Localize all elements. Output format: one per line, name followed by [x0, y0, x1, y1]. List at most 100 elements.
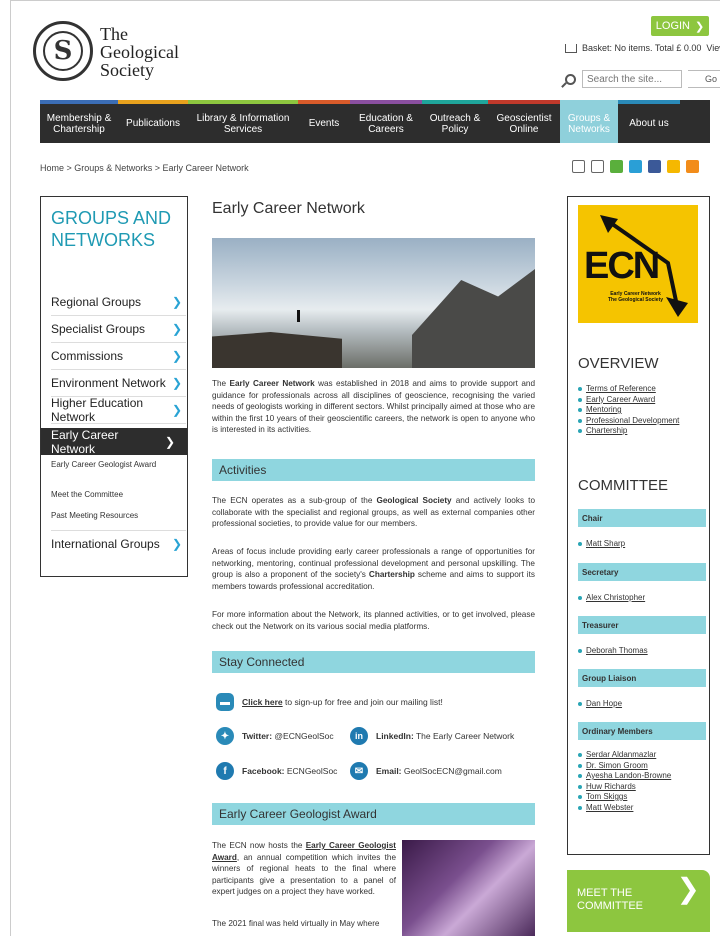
role-secretary: Secretary	[578, 563, 706, 581]
nav-item-library-information-services[interactable]: Library & Information Services	[188, 100, 298, 143]
sidebar-item-environment-network[interactable]: Environment Network ❯	[51, 370, 186, 397]
facebook-row[interactable]: f Facebook: ECNGeolSoc	[216, 762, 337, 780]
chevron-right-icon: ❯	[171, 322, 182, 336]
logo-monogram: S	[53, 36, 73, 66]
overview-item[interactable]: Mentoring	[578, 405, 708, 416]
basket-text: Basket: No items. Total £ 0.00	[582, 43, 702, 53]
main-nav: Membership & Chartership Publications Libr…	[40, 100, 710, 143]
site-search: Go	[565, 70, 720, 88]
committee-heading: COMMITTEE	[578, 477, 668, 494]
email-text: Email: GeolSocECN@gmail.com	[376, 766, 502, 776]
sidebar-subitem-past-resources[interactable]: Past Meeting Resources	[51, 511, 171, 520]
twitter-label: Twitter:	[242, 731, 273, 741]
overview-item[interactable]: Early Career Award	[578, 395, 708, 406]
rss-icon[interactable]	[686, 160, 699, 173]
bookmark-star-icon[interactable]	[667, 160, 680, 173]
chevron-right-icon: ❯	[171, 537, 182, 551]
committee-member[interactable]: Dr. Simon Groom	[578, 761, 708, 772]
sidebar-subitem-award[interactable]: Early Career Geologist Award	[51, 460, 171, 469]
nav-item-label: Geoscientist Online	[496, 112, 552, 135]
sidebar-item-commissions[interactable]: Commissions ❯	[51, 343, 186, 370]
society-logo-seal[interactable]: S	[33, 21, 93, 81]
act-bold: Geological Society	[376, 496, 452, 505]
society-logo-text[interactable]: The Geological Society	[100, 25, 179, 79]
email-row[interactable]: ✉ Email: GeolSocECN@gmail.com	[350, 762, 502, 780]
nav-item-education-careers[interactable]: Education & Careers	[350, 100, 422, 143]
search-input[interactable]	[582, 70, 682, 88]
sidebar-item-specialist-groups[interactable]: Specialist Groups ❯	[51, 316, 186, 343]
committee-member[interactable]: Dan Hope	[578, 699, 708, 710]
meet-the-committee-button[interactable]: MEET THE COMMITTEE ❯	[567, 870, 710, 932]
sidebar-item-label: Regional Groups	[51, 295, 142, 309]
search-go-button[interactable]: Go	[688, 70, 720, 88]
nav-item-events[interactable]: Events	[298, 100, 350, 143]
share-icon[interactable]	[610, 160, 623, 173]
committee-member[interactable]: Matt Webster	[578, 803, 708, 814]
sidebar-item-label: Specialist Groups	[51, 322, 146, 336]
chevron-right-icon: ❯	[171, 376, 182, 390]
twitter-icon: ✦	[216, 727, 234, 745]
linkedin-label: LinkedIn:	[376, 731, 414, 741]
mailing-rest: to sign-up for free and join our mailing…	[282, 697, 443, 707]
sidebar-item-label: Early Career Network	[51, 427, 119, 456]
committee-member[interactable]: Matt Sharp	[578, 539, 708, 550]
role-liaison-list: Dan Hope	[578, 699, 708, 710]
nav-color-bar	[298, 100, 350, 104]
committee-member[interactable]: Alex Christopher	[578, 593, 708, 604]
cart-icon	[565, 43, 577, 53]
activities-paragraph-1: The ECN operates as a sub-group of the G…	[212, 495, 535, 530]
committee-member[interactable]: Serdar Aldanmazlar	[578, 750, 708, 761]
nav-item-publications[interactable]: Publications	[118, 100, 188, 143]
intro-paragraph: The Early Career Network was established…	[212, 378, 535, 436]
basket-view-link[interactable]: View	[706, 43, 720, 53]
basket-summary[interactable]: Basket: No items. Total £ 0.00 View	[565, 43, 720, 53]
chevron-right-icon: ❯	[676, 873, 700, 904]
award-text: The ECN now hosts the	[212, 841, 306, 850]
committee-member[interactable]: Ayesha Landon-Browne	[578, 771, 708, 782]
nav-item-geoscientist-online[interactable]: Geoscientist Online	[488, 100, 560, 143]
facebook-share-icon[interactable]	[648, 160, 661, 173]
sidebar-item-higher-education-network[interactable]: Higher Education Network ❯	[51, 396, 186, 424]
facebook-text: Facebook: ECNGeolSoc	[242, 766, 337, 776]
hero-person	[297, 310, 300, 322]
print-icon[interactable]	[572, 160, 585, 173]
linkedin-row[interactable]: in LinkedIn: The Early Career Network	[350, 727, 514, 745]
committee-member[interactable]: Huw Richards	[578, 782, 708, 793]
ecn-logo: ECN Early Career Network The Geological …	[578, 205, 698, 323]
ecn-sidebar: ECN Early Career Network The Geological …	[567, 196, 710, 855]
nav-item-membership-chartership[interactable]: Membership & Chartership	[40, 100, 118, 143]
twitter-share-icon[interactable]	[629, 160, 642, 173]
email-label: Email:	[376, 766, 402, 776]
email-icon[interactable]	[591, 160, 604, 173]
overview-item[interactable]: Terms of Reference	[578, 384, 708, 395]
nav-item-groups-networks[interactable]: Groups & Networks	[560, 100, 618, 143]
sidebar-item-label: Commissions	[51, 349, 124, 363]
nav-item-label: Outreach & Policy	[429, 112, 481, 135]
search-icon	[565, 73, 576, 85]
login-button[interactable]: LOGIN ❯	[651, 16, 709, 36]
role-ordinary-members: Ordinary Members	[578, 722, 706, 740]
chevron-right-icon: ❯	[171, 295, 182, 309]
nav-item-outreach-policy[interactable]: Outreach & Policy	[422, 100, 488, 143]
chat-bubble-icon: ▬	[216, 693, 234, 711]
sidebar-item-international-groups[interactable]: International Groups ❯	[51, 530, 186, 557]
sidebar-item-early-career-network[interactable]: Early Career Network ❯	[41, 427, 187, 456]
award-heading: Early Career Geologist Award	[212, 803, 535, 825]
sidebar-subitem-committee[interactable]: Meet the Committee	[51, 490, 171, 499]
stay-connected-heading: Stay Connected	[212, 651, 535, 673]
committee-member[interactable]: Deborah Thomas	[578, 646, 708, 657]
twitter-row[interactable]: ✦ Twitter: @ECNGeolSoc	[216, 727, 334, 745]
facebook-icon: f	[216, 762, 234, 780]
mailing-text: Click here to sign-up for free and join …	[242, 697, 443, 707]
logo-line-the: The	[100, 24, 128, 44]
committee-member[interactable]: Tom Skiggs	[578, 792, 708, 803]
breadcrumb[interactable]: Home > Groups & Networks > Early Career …	[40, 163, 249, 173]
overview-item[interactable]: Professional Development	[578, 416, 708, 427]
nav-item-label: Events	[308, 118, 340, 129]
sidebar-item-regional-groups[interactable]: Regional Groups ❯	[51, 289, 186, 316]
mailing-link[interactable]: Click here	[242, 697, 283, 707]
groups-sidebar: GROUPS AND NETWORKS Regional Groups ❯ Spe…	[40, 196, 188, 577]
envelope-icon: ✉	[350, 762, 368, 780]
nav-item-about-us[interactable]: About us	[618, 100, 680, 143]
overview-item[interactable]: Chartership	[578, 426, 708, 437]
